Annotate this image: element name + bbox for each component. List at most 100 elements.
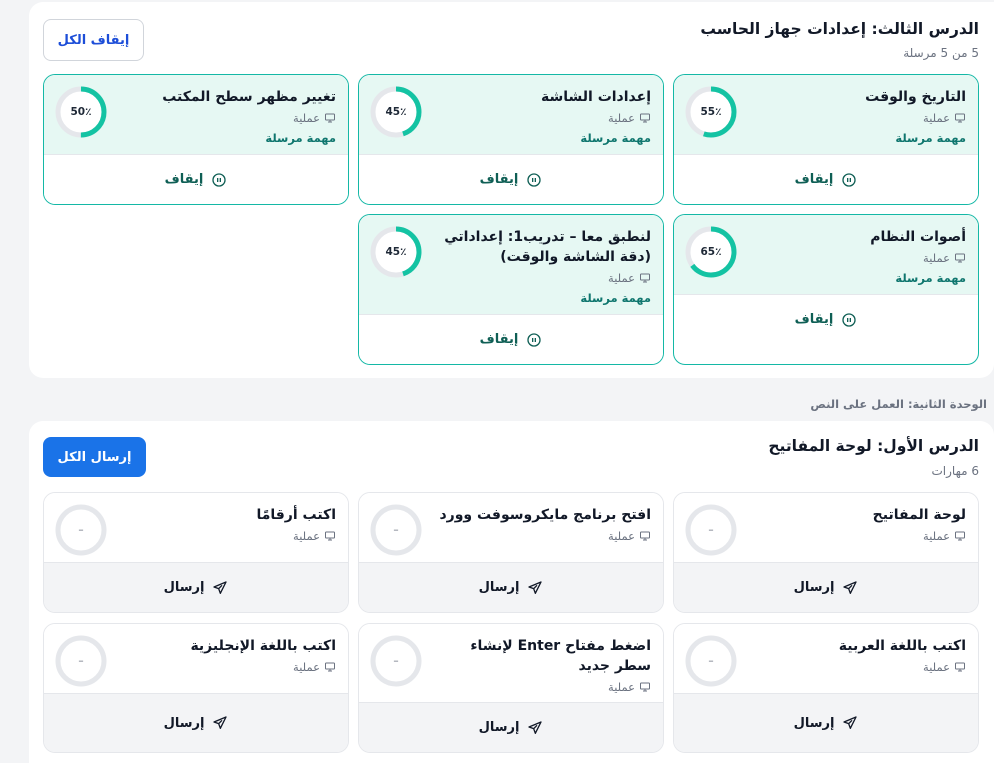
action-label: إيقاف: [794, 312, 834, 327]
lesson3-card: لنطبق معا – تدريب1: إعداداتي (دقة الشاشة…: [358, 214, 664, 365]
unit2-label: الوحدة الثانية: العمل على النص: [810, 397, 987, 411]
pause-circle-icon: [841, 172, 857, 188]
progress-label: 55٪: [700, 106, 722, 118]
progress-ring: –: [684, 634, 738, 688]
card-type: عملية: [293, 111, 336, 125]
progress-ring: 50٪: [54, 85, 108, 139]
card-type: عملية: [923, 529, 966, 543]
card-type: عملية: [923, 251, 966, 265]
progress-ring: 65٪: [684, 225, 738, 279]
action-label: إيقاف: [479, 172, 519, 187]
progress-ring: 45٪: [369, 85, 423, 139]
send-all-button[interactable]: إرسال الكل: [43, 437, 146, 477]
lesson3-card: تغيير مظهر سطح المكتب عملية مهمة مرسلة 50٪ إ…: [43, 74, 349, 205]
card-type-label: عملية: [608, 111, 635, 125]
progress-label: –: [78, 655, 84, 667]
card-title: اضغط مفتاح Enter لإنشاء سطر جديد: [470, 638, 651, 674]
card-type-label: عملية: [293, 529, 320, 543]
action-label: إرسال: [163, 580, 205, 595]
card-title: أصوات النظام: [870, 229, 966, 245]
action-label: إرسال: [478, 580, 520, 595]
card-title: تغيير مظهر سطح المكتب: [162, 89, 336, 105]
lesson3-card: أصوات النظام عملية مهمة مرسلة 65٪ إيقاف: [673, 214, 979, 365]
action-label: إرسال: [478, 720, 520, 735]
send-icon: [212, 580, 228, 596]
card-type-label: عملية: [293, 660, 320, 674]
progress-ring: 55٪: [684, 85, 738, 139]
send-button[interactable]: إرسال: [359, 702, 663, 752]
card-type-label: عملية: [923, 529, 950, 543]
card-title: اكتب باللغة العربية: [838, 638, 966, 654]
card-status: مهمة مرسلة: [895, 131, 966, 145]
action-label: إيقاف: [164, 172, 204, 187]
monitor-icon: [954, 661, 966, 673]
send-icon: [842, 580, 858, 596]
progress-label: 65٪: [700, 246, 722, 258]
monitor-icon: [324, 530, 336, 542]
lesson1-card: اكتب باللغة العربية عملية – إرسال: [673, 623, 979, 753]
progress-label: –: [78, 524, 84, 536]
pause-circle-icon: [841, 312, 857, 328]
stop-button[interactable]: إيقاف: [359, 154, 663, 204]
send-icon: [842, 715, 858, 731]
monitor-icon: [954, 530, 966, 542]
card-type: عملية: [608, 271, 651, 285]
progress-label: –: [708, 655, 714, 667]
pause-circle-icon: [211, 172, 227, 188]
card-title: اكتب باللغة الإنجليزية: [190, 638, 336, 654]
lesson1-card: افتح برنامج مايكروسوفت وورد عملية – إرسال: [358, 492, 664, 613]
card-type: عملية: [608, 680, 651, 694]
monitor-icon: [954, 252, 966, 264]
progress-label: 45٪: [385, 106, 407, 118]
card-type-label: عملية: [923, 111, 950, 125]
card-title: التاريخ والوقت: [865, 89, 966, 105]
send-icon: [527, 720, 543, 736]
monitor-icon: [639, 272, 651, 284]
action-label: إرسال: [793, 580, 835, 595]
card-type: عملية: [923, 111, 966, 125]
progress-ring: –: [54, 503, 108, 557]
progress-ring: –: [684, 503, 738, 557]
stop-all-button[interactable]: إيقاف الكل: [43, 19, 144, 61]
card-title: لوحة المفاتيح: [872, 507, 966, 523]
card-title: اكتب أرقامًا: [256, 507, 336, 523]
progress-ring: –: [369, 634, 423, 688]
lesson1-card: اضغط مفتاح Enter لإنشاء سطر جديد عملية – إر…: [358, 623, 664, 753]
card-title: افتح برنامج مايكروسوفت وورد: [439, 507, 651, 523]
send-button[interactable]: إرسال: [44, 693, 348, 752]
card-status: مهمة مرسلة: [265, 131, 336, 145]
monitor-icon: [954, 112, 966, 124]
progress-label: –: [708, 524, 714, 536]
stop-button[interactable]: إيقاف: [44, 154, 348, 204]
card-type-label: عملية: [923, 251, 950, 265]
stop-button[interactable]: إيقاف: [674, 294, 978, 344]
send-button[interactable]: إرسال: [674, 693, 978, 752]
monitor-icon: [324, 661, 336, 673]
monitor-icon: [324, 112, 336, 124]
send-button[interactable]: إرسال: [44, 562, 348, 612]
card-title: إعدادات الشاشة: [541, 89, 651, 105]
lesson1-card: لوحة المفاتيح عملية – إرسال: [673, 492, 979, 613]
card-type: عملية: [293, 660, 336, 674]
card-type-label: عملية: [608, 529, 635, 543]
card-type-label: عملية: [608, 271, 635, 285]
lesson1-title: الدرس الأول: لوحة المفاتيح: [768, 437, 979, 455]
send-button[interactable]: إرسال: [359, 562, 663, 612]
send-icon: [527, 580, 543, 596]
card-type: عملية: [608, 529, 651, 543]
lesson3-card: التاريخ والوقت عملية مهمة مرسلة 55٪ إيقاف: [673, 74, 979, 205]
progress-ring: 45٪: [369, 225, 423, 279]
lesson1-card: اكتب أرقامًا عملية – إرسال: [43, 492, 349, 613]
action-label: إرسال: [793, 715, 835, 731]
progress-label: 45٪: [385, 246, 407, 258]
action-label: إيقاف: [794, 172, 834, 187]
lesson3-subtitle: 5 من 5 مرسلة: [903, 46, 979, 60]
send-button[interactable]: إرسال: [674, 562, 978, 612]
stop-button[interactable]: إيقاف: [674, 154, 978, 204]
card-title: لنطبق معا – تدريب1: إعداداتي (دقة الشاشة…: [444, 229, 651, 265]
lesson1-card: اكتب باللغة الإنجليزية عملية – إرسال: [43, 623, 349, 753]
card-type-label: عملية: [923, 660, 950, 674]
stop-button[interactable]: إيقاف: [359, 314, 663, 364]
card-type: عملية: [293, 529, 336, 543]
card-status: مهمة مرسلة: [580, 131, 651, 145]
